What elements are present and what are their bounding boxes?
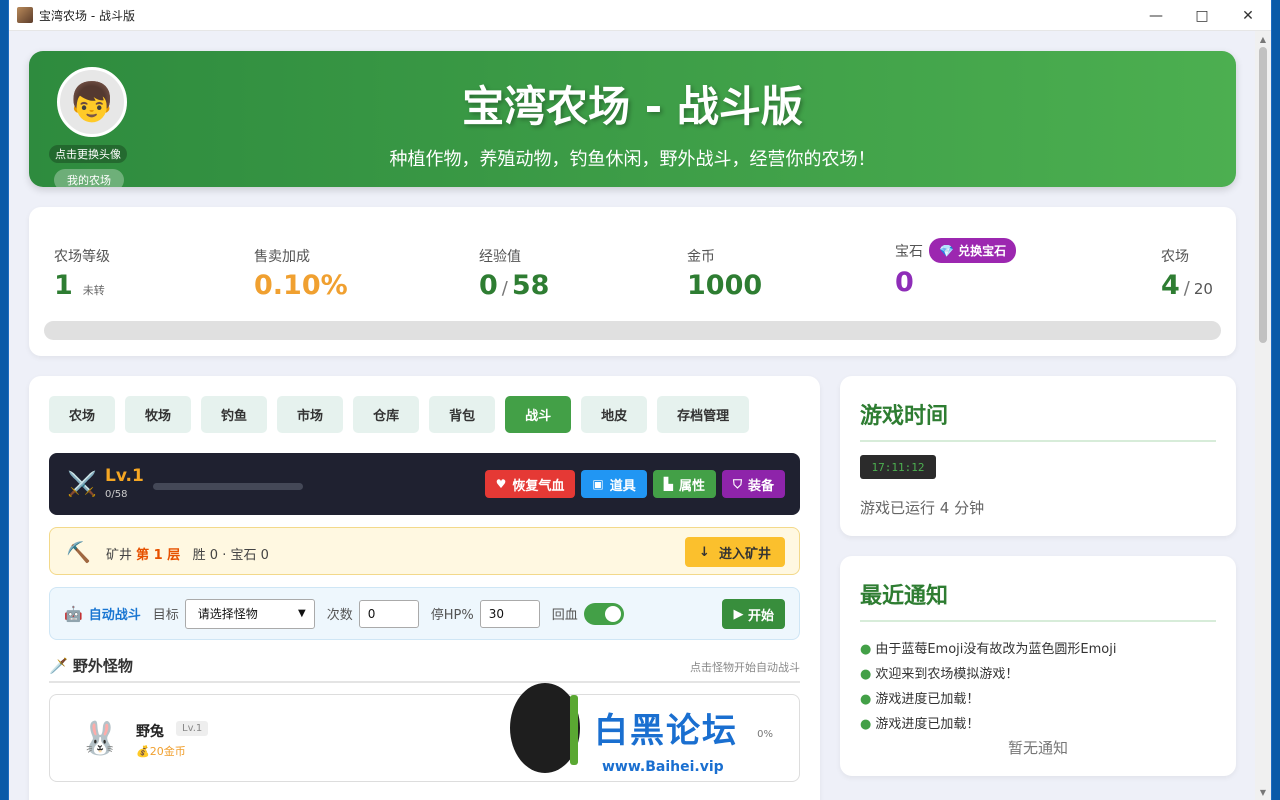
enter-mine-button[interactable]: ↓ 进入矿井 — [685, 537, 785, 567]
maximize-button[interactable]: □ — [1179, 0, 1225, 31]
items-button[interactable]: ▣ 道具 — [581, 470, 647, 498]
arrow-down-icon: ↓ — [699, 544, 719, 560]
mine-floor: 第 1 层 — [136, 548, 181, 563]
battle-actions: ♥ 恢复气血 ▣ 道具 ▙ 属性 ⛉ 装备 — [479, 470, 785, 498]
watermark-url: www.Baihei.vip — [602, 759, 724, 775]
dagger-icon: 🗡️ — [49, 657, 73, 675]
header-banner: 👦 点击更换头像 我的农场 宝湾农场 - 战斗版 种植作物，养殖动物，钓鱼休闲，… — [29, 51, 1236, 187]
attributes-button[interactable]: ▙ 属性 — [652, 470, 716, 498]
chart-icon: ▙ — [663, 477, 673, 491]
game-time-card: 游戏时间 17:11:12 游戏已运行 4 分钟 — [840, 376, 1236, 536]
mine-stats: 胜 0 · 宝石 0 — [192, 548, 269, 563]
tab-item[interactable]: 市场 — [277, 396, 344, 433]
title-bar: 宝湾农场 - 战斗版 — □ ✕ — [9, 0, 1271, 31]
tab-bar: 农场 牧场 钓鱼 市场 仓库 背包 战斗 地皮 存档管理 — [49, 396, 759, 433]
close-button[interactable]: ✕ — [1225, 0, 1271, 31]
monster-name: 野兔 — [136, 724, 164, 740]
shield-icon: ⛉ — [732, 476, 742, 491]
tab-item[interactable]: 战斗 — [505, 396, 572, 433]
auto-battle-title: 自动战斗 — [88, 608, 141, 623]
vertical-scrollbar[interactable]: ▲ ▼ — [1255, 31, 1271, 800]
watermark-text: 白黑论坛 — [594, 711, 738, 751]
robot-icon: 🤖 — [64, 604, 83, 623]
game-time-title: 游戏时间 — [860, 398, 1216, 442]
bamboo-icon — [570, 695, 578, 765]
no-notice-text: 暂无通知 — [1007, 739, 1068, 757]
count-input[interactable]: 0 — [358, 599, 419, 628]
box-icon: ▣ — [592, 477, 604, 491]
app-icon — [17, 7, 33, 23]
window-title: 宝湾农场 - 战斗版 — [39, 8, 135, 23]
heart-icon: ♥ — [495, 477, 507, 491]
tab-item[interactable]: 存档管理 — [657, 396, 750, 433]
crossed-swords-icon: ⚔️ — [67, 470, 97, 498]
watermark-logo: 白黑论坛 www.Baihei.vip — [510, 683, 760, 793]
monster-level: Lv.1 — [176, 721, 209, 736]
stat-farm-plots: 农场 4/20 — [1161, 249, 1213, 301]
stop-hp-input[interactable]: 30 — [479, 599, 540, 628]
page-title: 宝湾农场 - 战斗版 — [462, 82, 803, 131]
scroll-down-icon[interactable]: ▼ — [1255, 784, 1271, 800]
game-clock: 17:11:12 — [860, 455, 936, 479]
stat-experience: 经验值 0/58 — [479, 249, 550, 301]
tab-item[interactable]: 地皮 — [581, 396, 648, 433]
auto-heal-toggle[interactable] — [583, 602, 624, 625]
notice-item: ● 欢迎来到农场模拟游戏！ — [860, 667, 1019, 682]
exchange-gem-button[interactable]: 💎 兑换宝石 — [929, 238, 1017, 263]
stat-sell-bonus: 售卖加成 0.10% — [254, 249, 348, 301]
my-farm-button[interactable]: 我的农场 — [54, 169, 124, 187]
app-window: 宝湾农场 - 战斗版 — □ ✕ 👦 点击更换头像 我的农场 宝湾农场 - 战斗… — [8, 0, 1272, 800]
stats-panel: 农场等级 1 未转 售卖加成 0.10% 经验值 0/58 金币 1000 宝石 💎… — [29, 207, 1236, 356]
tab-item[interactable]: 背包 — [429, 396, 496, 433]
chevron-down-icon: ▼ — [298, 608, 306, 619]
game-running-text: 游戏已运行 4 分钟 — [860, 499, 985, 517]
battle-level-bar: ⚔️ Lv.1 0/58 ♥ 恢复气血 ▣ 道具 ▙ 属性 ⛉ 装备 — [49, 453, 800, 515]
monsters-header: 🗡️ 野外怪物 点击怪物开始自动战斗 — [49, 651, 800, 683]
stat-gems: 宝石 💎 兑换宝石 0 — [895, 238, 1017, 298]
heal-button[interactable]: ♥ 恢复气血 — [484, 470, 576, 498]
minimize-button[interactable]: — — [1133, 0, 1179, 31]
auto-battle-bar: 🤖 自动战斗 目标 请选择怪物 ▼ 次数 0 停HP% 30 回血 ▶ 开始 — [49, 587, 800, 640]
equipment-button[interactable]: ⛉ 装备 — [721, 470, 785, 498]
notice-item: ● 游戏进度已加载！ — [860, 692, 980, 707]
notice-item: ● 由于蓝莓Emoji没有故改为蓝色圆形Emoji — [860, 642, 1117, 657]
stat-gold: 金币 1000 — [687, 249, 763, 301]
rabbit-icon: 🐰 — [80, 719, 120, 757]
pickaxe-icon: ⛏️ — [66, 540, 91, 564]
page-subtitle: 种植作物，养殖动物，钓鱼休闲，野外战斗，经营你的农场！ — [389, 149, 876, 170]
notices-title: 最近通知 — [860, 578, 1216, 622]
battle-level: Lv.1 — [105, 466, 144, 486]
notices-card: 最近通知 ● 由于蓝莓Emoji没有故改为蓝色圆形Emoji ● 欢迎来到农场模拟游… — [840, 556, 1236, 776]
battle-exp-progress — [153, 483, 303, 490]
notice-item: ● 游戏进度已加载！ — [860, 717, 980, 732]
start-button[interactable]: ▶ 开始 — [722, 599, 785, 629]
tab-item[interactable]: 牧场 — [125, 396, 192, 433]
battle-exp: 0/58 — [105, 489, 128, 500]
gem-icon: 💎 — [939, 244, 959, 258]
money-bag-icon: 💰 — [136, 745, 150, 758]
stat-farm-level: 农场等级 1 未转 — [54, 249, 110, 301]
tab-item[interactable]: 仓库 — [353, 396, 420, 433]
tab-item[interactable]: 农场 — [49, 396, 116, 433]
tab-item[interactable]: 钓鱼 — [201, 396, 268, 433]
exp-progress-bar — [44, 321, 1221, 340]
scroll-thumb[interactable] — [1259, 47, 1267, 343]
play-icon: ▶ — [733, 606, 748, 622]
window-controls: — □ ✕ — [1133, 0, 1271, 31]
mine-bar: ⛏️ 矿井 第 1 层 胜 0 · 宝石 0 ↓ 进入矿井 — [49, 527, 800, 575]
target-select[interactable]: 请选择怪物 ▼ — [184, 598, 315, 629]
scroll-up-icon[interactable]: ▲ — [1255, 31, 1271, 47]
